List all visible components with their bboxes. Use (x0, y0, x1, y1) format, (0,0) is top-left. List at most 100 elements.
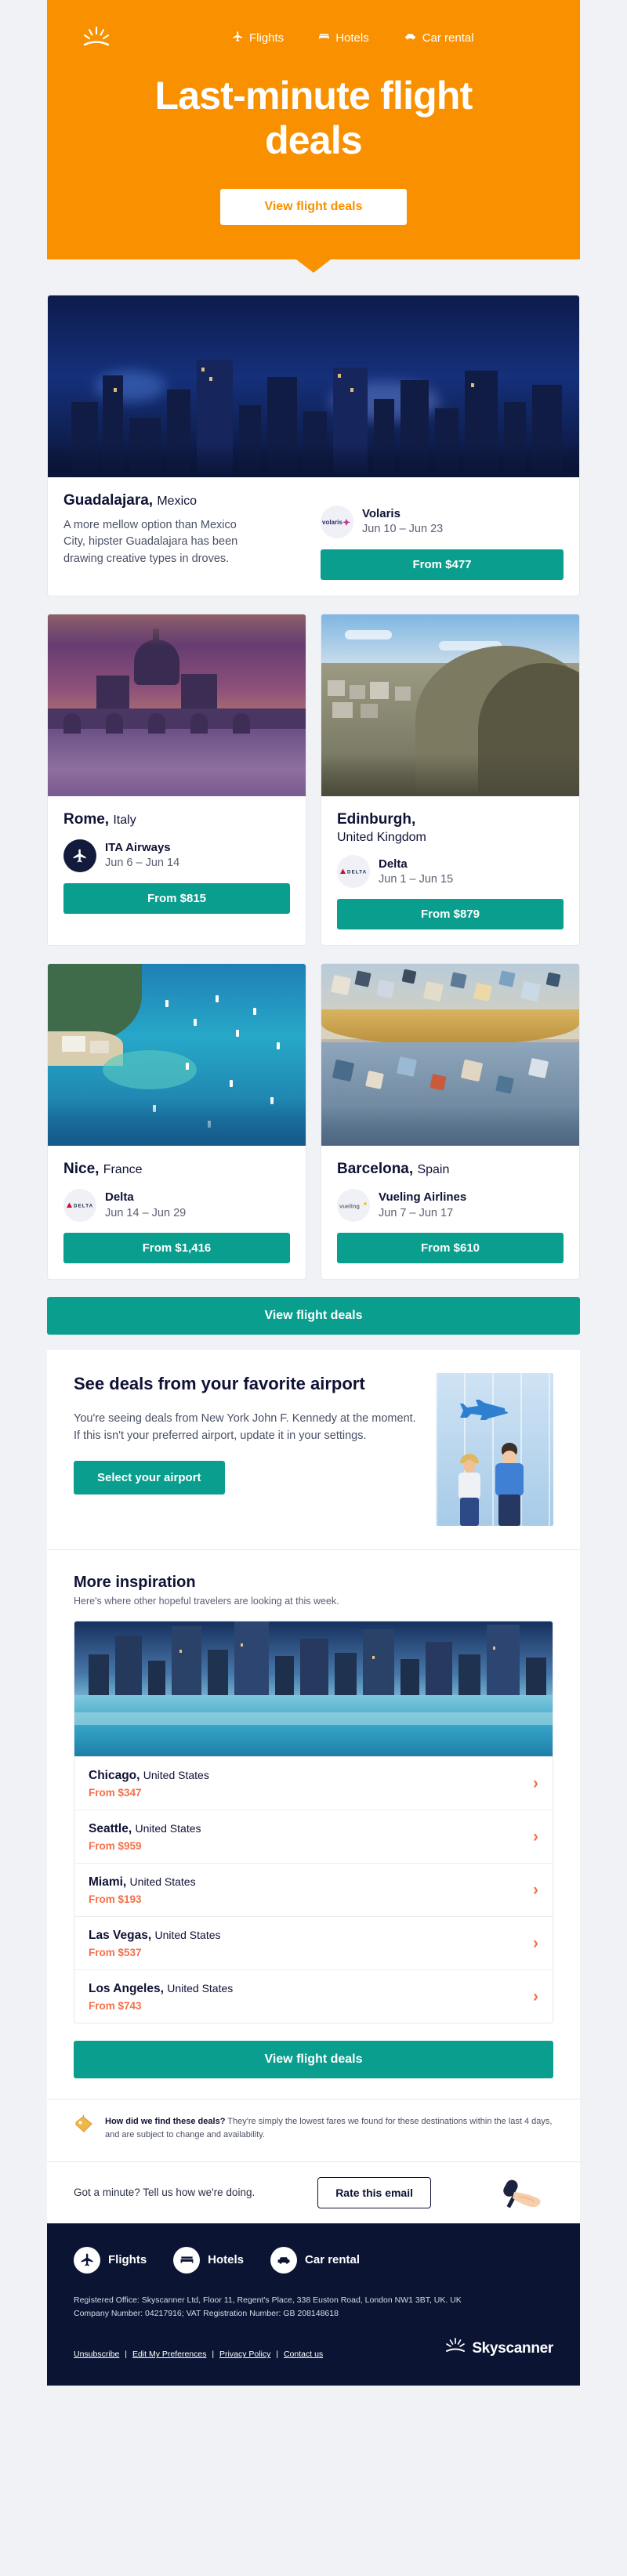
hero-nav-hotels-label: Hotels (335, 31, 369, 45)
deal-barcelona-airline-meta: Vueling Airlines Jun 7 – Jun 17 (379, 1190, 466, 1221)
deal-edinburgh-city-line: Edinburgh, United Kingdom (337, 810, 564, 846)
deal-barcelona-price-button[interactable]: From $610 (337, 1233, 564, 1264)
chevron-right-icon[interactable]: › (533, 1935, 538, 1951)
footer-navigation: Flights Hotels Car rental (74, 2246, 553, 2273)
select-your-airport-button[interactable]: Select your airport (74, 1460, 225, 1495)
edinburgh-arthurs-seat (321, 614, 579, 796)
hero-nav-flights[interactable]: Flights (232, 31, 284, 45)
footer-link-privacy-policy[interactable]: Privacy Policy (219, 2350, 270, 2359)
chevron-right-icon[interactable]: › (533, 1775, 538, 1792)
deal-edinburgh-price-button[interactable]: From $879 (337, 899, 564, 930)
guadalajara-skyline-night (48, 295, 579, 477)
rate-this-email-button[interactable]: Rate this email (317, 2176, 432, 2208)
list-item[interactable]: Miami, United States From $193 › (74, 1863, 553, 1916)
hero-nav-links: Flights Hotels Car rental (232, 31, 474, 45)
inspiration-row-text: Seattle, United States From $959 (89, 1821, 201, 1852)
inspiration-subheading: Here's where other hopeful travelers are… (74, 1596, 339, 1607)
car-icon (270, 2246, 298, 2273)
deal-rome-price-button[interactable]: From $815 (63, 882, 290, 914)
inspiration-city: Miami, (89, 1875, 127, 1889)
inspiration-country: United States (129, 1875, 196, 1889)
deal-card-edinburgh[interactable]: Edinburgh, United Kingdom DELTA Delta Ju… (321, 614, 580, 947)
inspiration-heading: More inspiration (74, 1574, 196, 1592)
footer-legal-line-2: Company Number: 04217916; VAT Registrati… (74, 2309, 339, 2319)
chevron-right-icon[interactable]: › (533, 1882, 538, 1898)
footer-nav-car-label: Car rental (305, 2253, 361, 2267)
nice-bay-boats (48, 964, 306, 1147)
hero-nav-hotels[interactable]: Hotels (318, 31, 369, 45)
vueling-logo: vueling (337, 1189, 370, 1223)
list-item[interactable]: Seattle, United States From $959 › (74, 1810, 553, 1863)
footer-nav-car-rental[interactable]: Car rental (270, 2246, 361, 2273)
deal-barcelona-country: Spain (417, 1163, 450, 1177)
chevron-right-icon[interactable]: › (533, 1988, 538, 2005)
deal-card-rome[interactable]: Rome, Italy ITA Airways Jun 6 – Jun 14 F… (47, 614, 306, 947)
deal-edinburgh-airline-row: DELTA Delta Jun 1 – Jun 15 (337, 855, 564, 889)
deal-row-1: Rome, Italy ITA Airways Jun 6 – Jun 14 F… (47, 614, 580, 963)
deal-featured-text: Guadalajara, Mexico A more mellow option… (63, 491, 306, 568)
skyscanner-sunburst-logo[interactable] (78, 25, 114, 50)
svg-text:DELTA: DELTA (347, 870, 367, 875)
inspiration-cta-container: View flight deals (47, 2023, 580, 2078)
hero-nav-car-rental[interactable]: Car rental (404, 31, 474, 45)
mid-view-flight-deals-button[interactable]: View flight deals (47, 1297, 580, 1335)
photo-art (48, 614, 306, 796)
chevron-right-icon[interactable]: › (533, 1828, 538, 1845)
footer-legal: Registered Office: Skyscanner Ltd, Floor… (74, 2294, 553, 2321)
footer-brand-logo[interactable]: Skyscanner (444, 2338, 553, 2359)
deal-nice-price-button[interactable]: From $1,416 (63, 1233, 290, 1264)
photo-art (48, 964, 306, 1147)
deal-featured-airline-row: volaris Volaris Jun 10 – Jun 23 (321, 505, 564, 538)
photo-art (321, 964, 579, 1147)
deals-disclaimer: How did we find these deals? They're sim… (47, 2099, 580, 2161)
inspiration-city-line: Miami, United States (89, 1875, 196, 1891)
footer-nav-flights[interactable]: Flights (74, 2246, 147, 2273)
inspiration-price: From $743 (89, 1999, 142, 2012)
footer-link-unsubscribe[interactable]: Unsubscribe (74, 2350, 119, 2359)
footer-link-contact-us[interactable]: Contact us (284, 2350, 323, 2359)
inspiration-row-text: Los Angeles, United States From $743 (89, 1981, 233, 2012)
deal-featured-offer: volaris Volaris Jun 10 – Jun 23 From $47… (321, 491, 564, 580)
deal-edinburgh-airline-meta: Delta Jun 1 – Jun 15 (379, 857, 453, 888)
deal-nice-city-line: Nice, France (63, 1160, 290, 1179)
inspiration-country: United States (167, 1981, 234, 1994)
deal-nice-country: France (103, 1163, 143, 1177)
list-item[interactable]: Chicago, United States From $347 › (74, 1756, 553, 1810)
deal-card-nice[interactable]: Nice, France DELTA Delta Jun 14 – Jun 29… (47, 963, 306, 1281)
disclaimer-text: How did we find these deals? They're sim… (105, 2115, 553, 2142)
hero-notch-container (47, 259, 580, 273)
deal-card-barcelona[interactable]: Barcelona, Spain vueling Vueling Airline… (321, 963, 580, 1281)
inspiration-city-line: Las Vegas, United States (89, 1928, 221, 1944)
photo-art (48, 295, 579, 477)
inspiration-header: More inspiration Here's where other hope… (47, 1574, 580, 1621)
inspiration-price: From $959 (89, 1840, 142, 1853)
deal-rome-country: Italy (113, 813, 136, 827)
list-item[interactable]: Las Vegas, United States From $537 › (74, 1915, 553, 1969)
inspiration-country: United States (135, 1822, 201, 1835)
delta-logo: DELTA (337, 855, 370, 889)
rate-prompt-text: Got a minute? Tell us how we're doing. (74, 2187, 256, 2199)
deal-featured-dates: Jun 10 – Jun 23 (362, 523, 444, 536)
deal-featured-airline-name: Volaris (362, 507, 400, 521)
footer-link-edit-preferences[interactable]: Edit My Preferences (132, 2350, 207, 2359)
footer: Flights Hotels Car rental Registered Off… (47, 2223, 580, 2386)
page-title: Last-minute flight deals (154, 74, 473, 162)
inspiration-city-line: Los Angeles, United States (89, 1981, 233, 1998)
footer-nav-hotels[interactable]: Hotels (173, 2246, 244, 2273)
more-inspiration-section: More inspiration Here's where other hope… (47, 1550, 580, 2100)
deal-featured-country: Mexico (157, 495, 198, 508)
bed-icon (318, 31, 330, 45)
hero-notch (296, 259, 331, 273)
hero-banner: Flights Hotels Car rental Last-minute fl… (47, 0, 580, 259)
inspiration-price: From $347 (89, 1787, 142, 1799)
footer-link-separator: | (209, 2350, 217, 2360)
hero-view-flight-deals-button[interactable]: View flight deals (220, 189, 407, 225)
inspiration-view-flight-deals-button[interactable]: View flight deals (74, 2040, 553, 2078)
deal-card-featured-body: Guadalajara, Mexico A more mellow option… (48, 477, 579, 596)
deal-card-featured[interactable]: Guadalajara, Mexico A more mellow option… (47, 295, 580, 596)
deal-edinburgh-city: Edinburgh, (337, 811, 416, 828)
deal-nice-airline-name: Delta (105, 1190, 134, 1205)
list-item[interactable]: Los Angeles, United States From $743 › (74, 1969, 553, 2023)
deal-featured-price-button[interactable]: From $477 (321, 549, 564, 580)
inspiration-city-line: Seattle, United States (89, 1821, 201, 1838)
